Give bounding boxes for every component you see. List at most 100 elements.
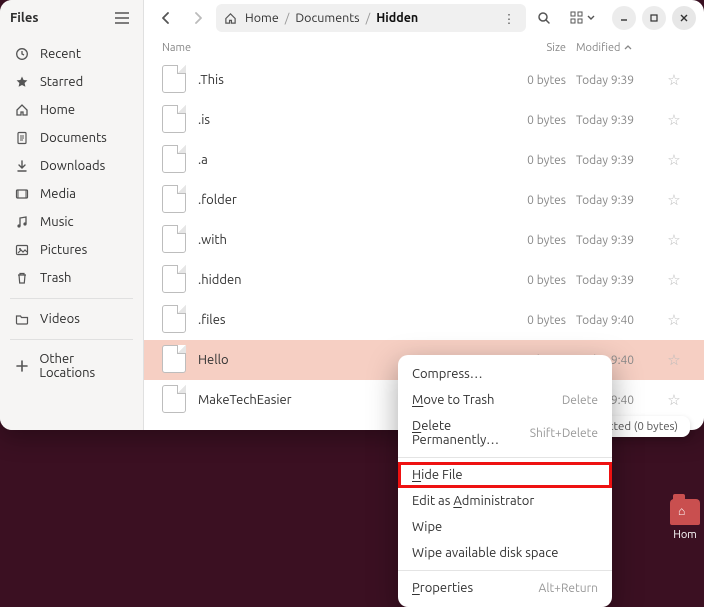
- file-modified: Today 9:39: [566, 194, 662, 207]
- file-row[interactable]: .files 0 bytes Today 9:40 ☆: [144, 300, 704, 340]
- sidebar-item-label: Other Locations: [39, 352, 129, 380]
- sidebar-menu-button[interactable]: [111, 7, 133, 29]
- file-modified: Today 9:39: [566, 154, 662, 167]
- back-button[interactable]: [152, 4, 180, 32]
- file-modified: Today 9:39: [566, 274, 662, 287]
- ctx-label: Move to Trash: [412, 393, 562, 407]
- ctx-accel: Alt+Return: [539, 582, 598, 595]
- file-size: 0 bytes: [506, 74, 566, 87]
- down-icon: [14, 158, 30, 174]
- breadcrumb-documents[interactable]: Documents: [293, 11, 361, 25]
- file-name: .a: [198, 153, 506, 167]
- star-icon: [14, 74, 30, 90]
- star-button[interactable]: ☆: [662, 351, 686, 369]
- star-button[interactable]: ☆: [662, 151, 686, 169]
- star-button[interactable]: ☆: [662, 311, 686, 329]
- ctx-label: Properties: [412, 581, 539, 595]
- file-icon: [162, 145, 188, 175]
- dock-label: Hom: [673, 529, 697, 541]
- search-button[interactable]: [530, 4, 558, 32]
- sidebar-item-label: Starred: [40, 75, 83, 89]
- file-modified: Today 9:40: [566, 314, 662, 327]
- file-row[interactable]: .a 0 bytes Today 9:39 ☆: [144, 140, 704, 180]
- file-modified: Today 9:39: [566, 74, 662, 87]
- sidebar-item-home[interactable]: Home: [0, 96, 143, 124]
- col-name[interactable]: Name: [162, 42, 506, 54]
- col-modified[interactable]: Modified: [566, 42, 662, 54]
- file-name: .files: [198, 313, 506, 327]
- star-button[interactable]: ☆: [662, 391, 686, 409]
- sidebar-item-label: Home: [40, 103, 75, 117]
- file-icon: [162, 345, 188, 375]
- ctx-delete-permanently[interactable]: Delete Permanently…Shift+Delete: [398, 413, 612, 453]
- file-row[interactable]: .with 0 bytes Today 9:39 ☆: [144, 220, 704, 260]
- ctx-label: Wipe: [412, 520, 598, 534]
- ctx-wipe[interactable]: Wipe: [398, 514, 612, 540]
- file-size: 0 bytes: [506, 274, 566, 287]
- breadcrumb-sep: /: [285, 11, 290, 25]
- sidebar-item-label: Trash: [40, 271, 71, 285]
- file-name: .This: [198, 73, 506, 87]
- clock-icon: [14, 46, 30, 62]
- sidebar-item-label: Recent: [40, 47, 81, 61]
- ctx-label: Wipe available disk space: [412, 546, 598, 560]
- file-row[interactable]: .This 0 bytes Today 9:39 ☆: [144, 60, 704, 100]
- col-size[interactable]: Size: [506, 42, 566, 54]
- forward-button[interactable]: [184, 4, 212, 32]
- ctx-properties[interactable]: PropertiesAlt+Return: [398, 575, 612, 601]
- toolbar: Home / Documents / Hidden ⋮: [144, 0, 704, 36]
- sidebar-item-media[interactable]: Media: [0, 180, 143, 208]
- ctx-wipe-available-disk-space[interactable]: Wipe available disk space: [398, 540, 612, 566]
- breadcrumb-current[interactable]: Hidden: [374, 11, 420, 25]
- dock-home-folder[interactable]: ⌂ Hom: [666, 499, 704, 569]
- ctx-label: Edit as Administrator: [412, 494, 598, 508]
- sidebar-item-label: Documents: [40, 131, 107, 145]
- ctx-hide-file[interactable]: Hide File: [398, 462, 612, 488]
- sidebar-item-music[interactable]: Music: [0, 208, 143, 236]
- sidebar-item-trash[interactable]: Trash: [0, 264, 143, 292]
- file-size: 0 bytes: [506, 194, 566, 207]
- star-button[interactable]: ☆: [662, 231, 686, 249]
- ctx-compress[interactable]: Compress…: [398, 361, 612, 387]
- sidebar-item-documents[interactable]: Documents: [0, 124, 143, 152]
- path-menu-button[interactable]: ⋮: [500, 11, 518, 26]
- sidebar-item-videos[interactable]: Videos: [0, 305, 143, 333]
- app-title: Files: [10, 11, 103, 25]
- path-bar[interactable]: Home / Documents / Hidden ⋮: [216, 4, 526, 32]
- file-row[interactable]: .hidden 0 bytes Today 9:39 ☆: [144, 260, 704, 300]
- sidebar-item-label: Videos: [40, 312, 80, 326]
- ctx-accel: Delete: [562, 394, 598, 407]
- file-name: .with: [198, 233, 506, 247]
- sidebar-item-downloads[interactable]: Downloads: [0, 152, 143, 180]
- media-icon: [14, 186, 30, 202]
- file-icon: [162, 185, 188, 215]
- file-icon: [162, 265, 188, 295]
- music-icon: [14, 214, 30, 230]
- sidebar-item-other-locations[interactable]: Other Locations: [0, 346, 143, 386]
- home-icon: [14, 102, 30, 118]
- star-button[interactable]: ☆: [662, 271, 686, 289]
- star-button[interactable]: ☆: [662, 111, 686, 129]
- breadcrumb-home[interactable]: Home: [243, 11, 281, 25]
- file-modified: Today 9:39: [566, 114, 662, 127]
- file-icon: [162, 105, 188, 135]
- ctx-edit-as-administrator[interactable]: Edit as Administrator: [398, 488, 612, 514]
- ctx-move-to-trash[interactable]: Move to TrashDelete: [398, 387, 612, 413]
- star-button[interactable]: ☆: [662, 71, 686, 89]
- sidebar-item-starred[interactable]: Starred: [0, 68, 143, 96]
- file-row[interactable]: .is 0 bytes Today 9:39 ☆: [144, 100, 704, 140]
- sidebar-item-label: Downloads: [40, 159, 105, 173]
- maximize-button[interactable]: [642, 6, 666, 30]
- folder-icon: ⌂: [670, 499, 700, 525]
- sidebar-item-recent[interactable]: Recent: [0, 40, 143, 68]
- view-switcher[interactable]: [562, 4, 602, 32]
- star-button[interactable]: ☆: [662, 191, 686, 209]
- ctx-label: Compress…: [412, 367, 598, 381]
- breadcrumb-sep: /: [366, 11, 371, 25]
- minimize-button[interactable]: [612, 6, 636, 30]
- file-name: .folder: [198, 193, 506, 207]
- file-icon: [162, 305, 188, 335]
- file-row[interactable]: .folder 0 bytes Today 9:39 ☆: [144, 180, 704, 220]
- close-button[interactable]: [672, 6, 696, 30]
- sidebar-item-pictures[interactable]: Pictures: [0, 236, 143, 264]
